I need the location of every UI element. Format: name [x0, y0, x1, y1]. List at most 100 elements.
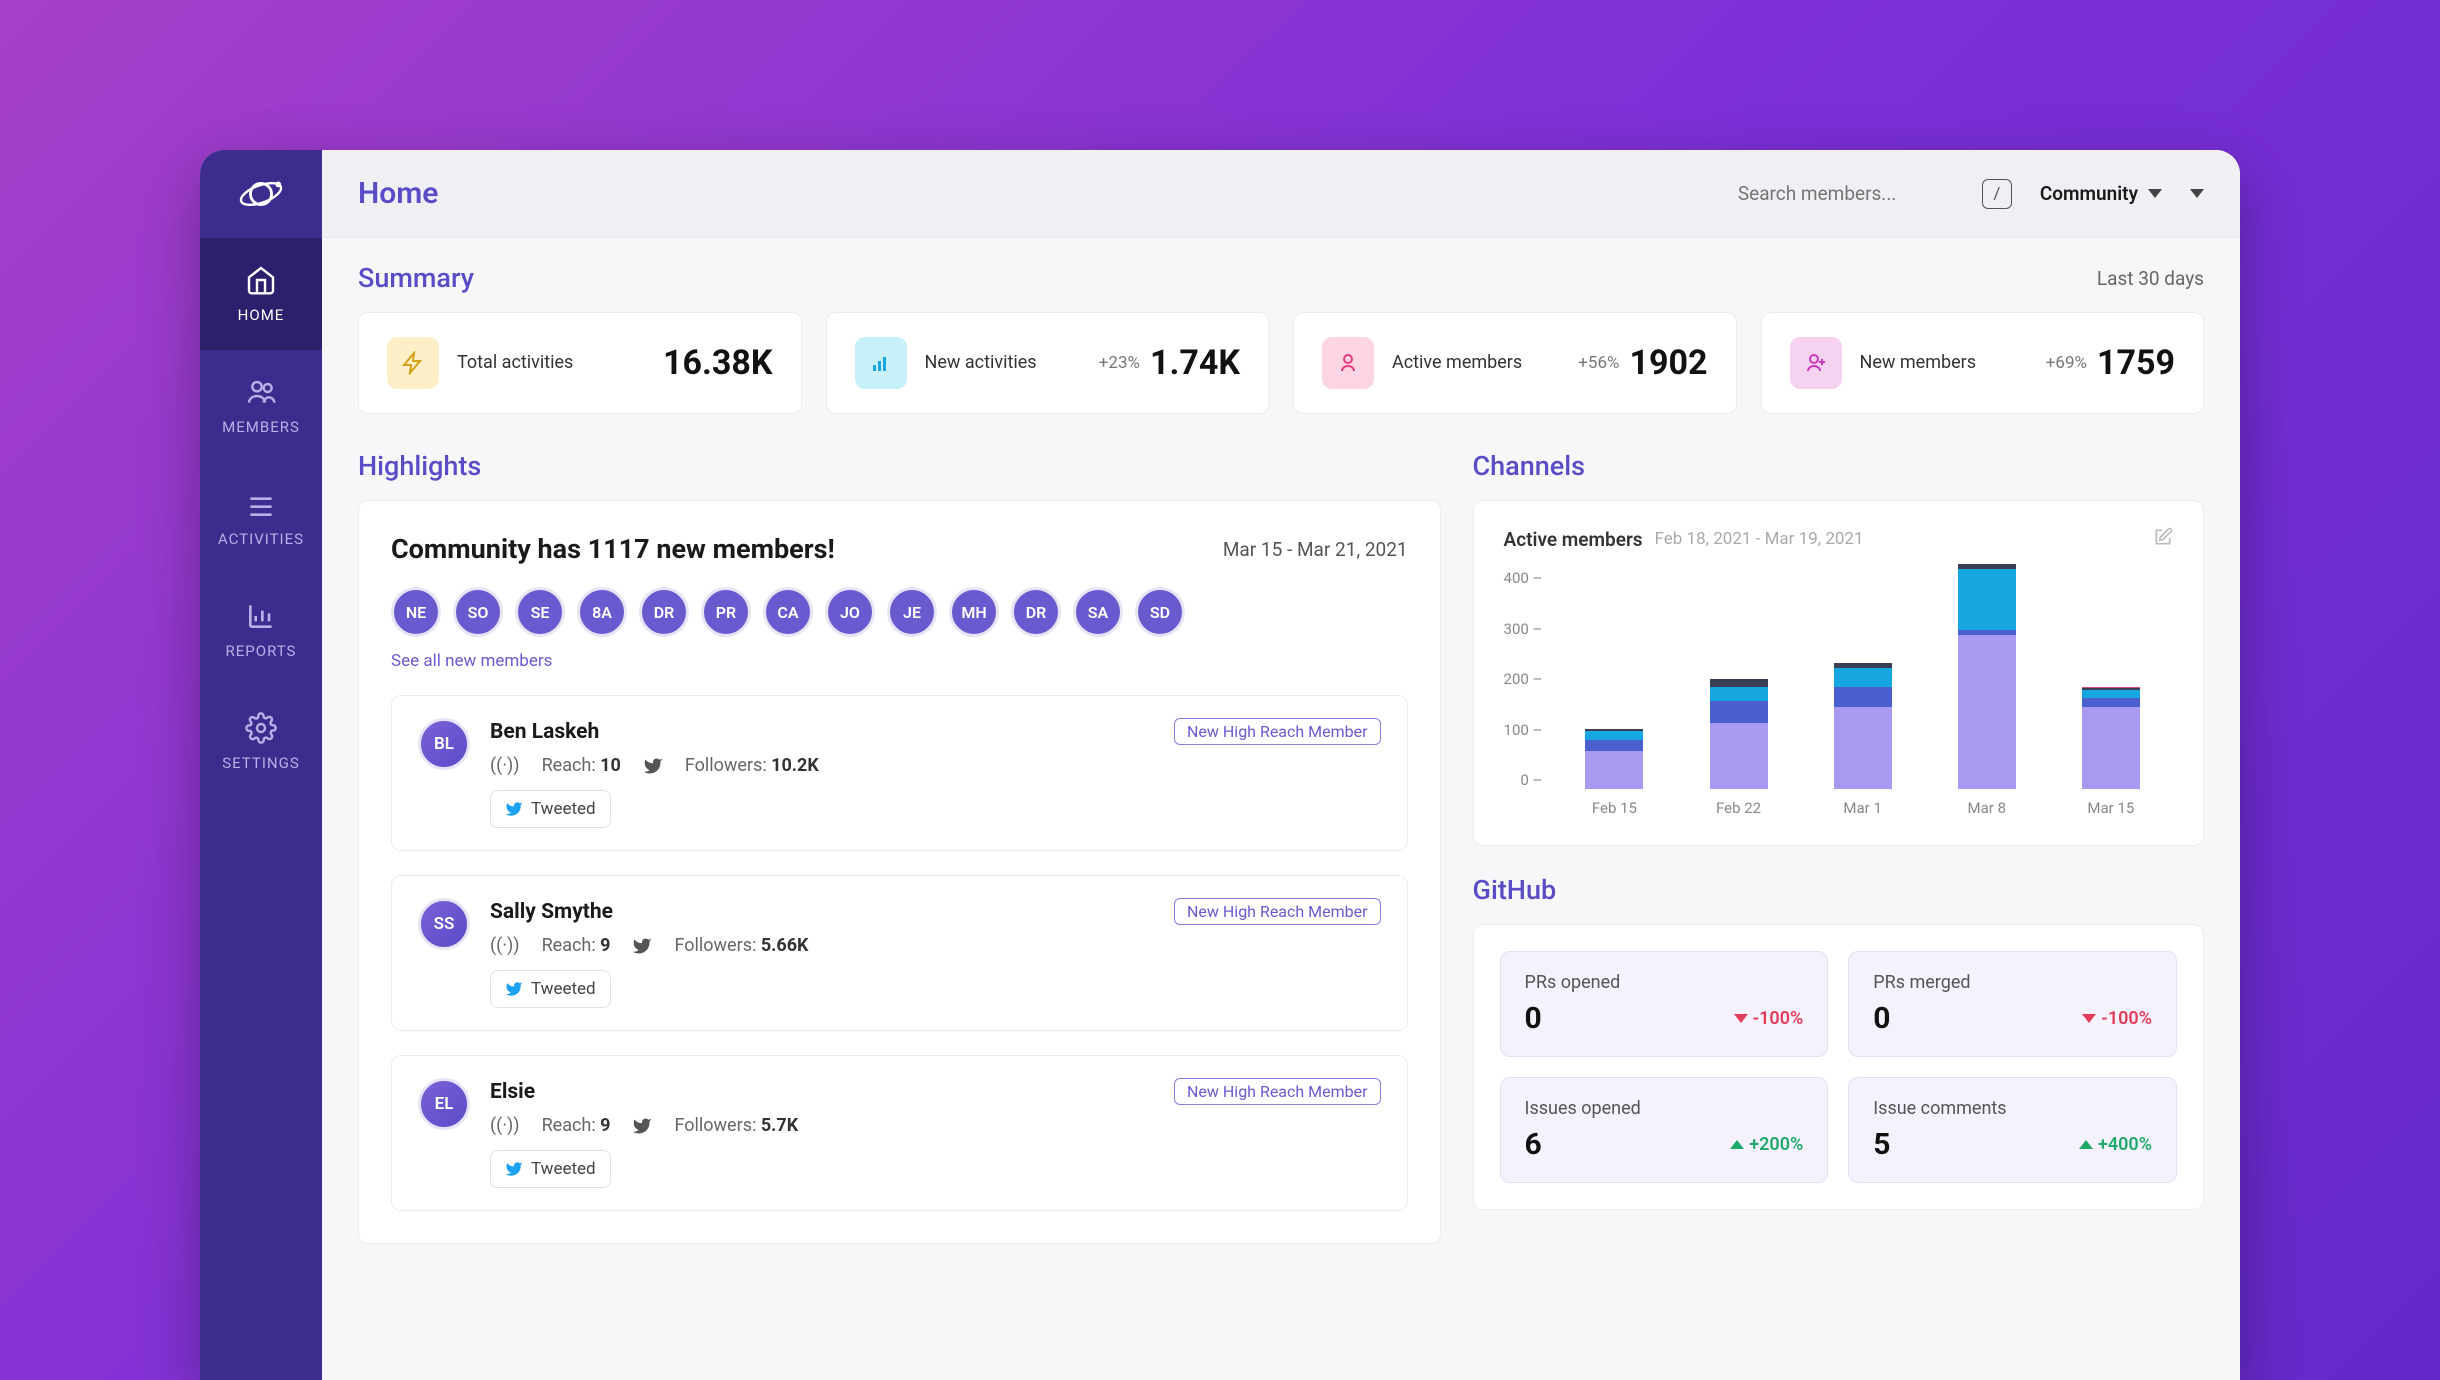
page-title: Home — [358, 176, 438, 211]
avatar[interactable]: MH — [949, 587, 999, 637]
github-card[interactable]: Issues opened 6 +200% — [1500, 1077, 1829, 1183]
avatar: EL — [418, 1078, 470, 1130]
action-chip[interactable]: Tweeted — [490, 1150, 611, 1188]
bar-segment — [2082, 690, 2140, 698]
gh-label: PRs opened — [1525, 972, 1804, 993]
avatar[interactable]: DR — [1011, 587, 1061, 637]
bar-label: Feb 22 — [1710, 799, 1768, 817]
bar-segment — [1834, 687, 1892, 706]
avatar[interactable]: SA — [1073, 587, 1123, 637]
logo[interactable] — [200, 150, 322, 238]
sidebar-item-home[interactable]: HOME — [200, 238, 322, 350]
app-window: HOME MEMBERS ACTIVITIES REPORTS SETTINGS… — [200, 150, 2240, 1380]
workspace-label: Community — [2040, 182, 2138, 205]
sidebar-item-reports[interactable]: REPORTS — [200, 574, 322, 686]
summary-range: Last 30 days — [2097, 267, 2204, 290]
gh-label: PRs merged — [1873, 972, 2152, 993]
avatar[interactable]: NE — [391, 587, 441, 637]
avatar[interactable]: DR — [639, 587, 689, 637]
member-name: Sally Smythe — [490, 900, 613, 924]
up-triangle-icon — [1730, 1140, 1744, 1149]
followers-stat: Followers: 5.66K — [674, 935, 808, 956]
ytick: 100 – — [1504, 721, 1543, 739]
member-badge: New High Reach Member — [1174, 718, 1381, 745]
avatar[interactable]: SE — [515, 587, 565, 637]
followers-stat: Followers: 5.7K — [674, 1115, 798, 1136]
highlights-headline: Community has 1117 new members! — [391, 533, 835, 565]
chevron-down-icon — [2148, 189, 2162, 198]
bar-group: Mar 1 — [1834, 663, 1892, 790]
channels-chart-panel: Active members Feb 18, 2021 - Mar 19, 20… — [1473, 500, 2204, 846]
github-card[interactable]: Issue comments 5 +400% — [1848, 1077, 2177, 1183]
avatar: BL — [418, 718, 470, 770]
sidebar-item-settings[interactable]: SETTINGS — [200, 686, 322, 798]
member-card[interactable]: SS Sally Smythe New High Reach Member ((… — [391, 875, 1408, 1031]
edit-icon[interactable] — [2153, 527, 2173, 551]
bolt-icon — [387, 337, 439, 389]
sidebar-item-activities[interactable]: ACTIVITIES — [200, 462, 322, 574]
github-title: GitHub — [1473, 874, 2204, 906]
user-plus-icon — [1790, 337, 1842, 389]
avatar[interactable]: SO — [453, 587, 503, 637]
bar-segment — [2082, 698, 2140, 706]
card-delta: +23% — [1099, 353, 1140, 373]
members-icon — [245, 376, 277, 408]
bar-label: Mar 1 — [1834, 799, 1892, 817]
avatar[interactable]: 8A — [577, 587, 627, 637]
avatar[interactable]: SD — [1135, 587, 1185, 637]
avatar[interactable]: PR — [701, 587, 751, 637]
down-triangle-icon — [1734, 1014, 1748, 1023]
see-all-link[interactable]: See all new members — [391, 651, 1408, 671]
bar-segment — [1585, 731, 1643, 739]
card-label: New members — [1860, 351, 1977, 374]
card-active-members[interactable]: Active members +56%1902 — [1293, 312, 1737, 414]
card-value: 16.38K — [663, 343, 773, 383]
sidebar-item-label: SETTINGS — [222, 754, 300, 772]
search: / — [1738, 179, 2012, 209]
bar-segment — [1710, 723, 1768, 789]
card-delta: +56% — [1578, 353, 1619, 373]
card-total-activities[interactable]: Total activities 16.38K — [358, 312, 802, 414]
avatar[interactable]: JE — [887, 587, 937, 637]
gh-value: 0 — [1873, 1001, 1890, 1036]
sidebar-item-members[interactable]: MEMBERS — [200, 350, 322, 462]
search-input[interactable] — [1738, 182, 1968, 205]
member-badge: New High Reach Member — [1174, 1078, 1381, 1105]
bar-segment — [1585, 740, 1643, 751]
gh-label: Issues opened — [1525, 1098, 1804, 1119]
reach-stat: Reach: 10 — [542, 755, 621, 776]
ytick: 0 – — [1520, 771, 1542, 789]
github-card[interactable]: PRs opened 0 -100% — [1500, 951, 1829, 1057]
ytick: 200 – — [1504, 670, 1543, 688]
card-new-members[interactable]: New members +69%1759 — [1761, 312, 2205, 414]
activities-icon — [245, 488, 277, 520]
sidebar-item-label: HOME — [238, 306, 285, 324]
action-chip[interactable]: Tweeted — [490, 790, 611, 828]
avatar[interactable]: CA — [763, 587, 813, 637]
gh-label: Issue comments — [1873, 1098, 2152, 1119]
down-triangle-icon — [2082, 1014, 2096, 1023]
bar-segment — [1710, 679, 1768, 687]
chart: 400 –300 –200 –100 –0 – Feb 15Feb 22Mar … — [1504, 569, 2173, 819]
avatar[interactable]: JO — [825, 587, 875, 637]
followers-stat: Followers: 10.2K — [685, 755, 819, 776]
sidebar-item-label: MEMBERS — [222, 418, 300, 436]
bars-icon — [855, 337, 907, 389]
workspace-dropdown[interactable]: Community — [2040, 182, 2162, 205]
secondary-dropdown[interactable] — [2190, 189, 2204, 198]
content: Summary Last 30 days Total activities 16… — [322, 238, 2240, 1380]
summary-title: Summary — [358, 262, 474, 294]
member-name: Ben Laskeh — [490, 720, 599, 744]
gh-value: 0 — [1525, 1001, 1542, 1036]
member-card[interactable]: EL Elsie New High Reach Member ((·)) Rea… — [391, 1055, 1408, 1211]
reach-icon: ((·)) — [490, 755, 520, 776]
action-chip[interactable]: Tweeted — [490, 970, 611, 1008]
kbd-hint: / — [1982, 179, 2012, 209]
chart-subtitle: Feb 18, 2021 - Mar 19, 2021 — [1655, 529, 1864, 549]
member-card[interactable]: BL Ben Laskeh New High Reach Member ((·)… — [391, 695, 1408, 851]
github-card[interactable]: PRs merged 0 -100% — [1848, 951, 2177, 1057]
chart-title: Active members — [1504, 528, 1643, 551]
summary-cards: Total activities 16.38K New activities +… — [358, 312, 2204, 414]
card-new-activities[interactable]: New activities +23%1.74K — [826, 312, 1270, 414]
card-value: 1759 — [2097, 343, 2175, 383]
